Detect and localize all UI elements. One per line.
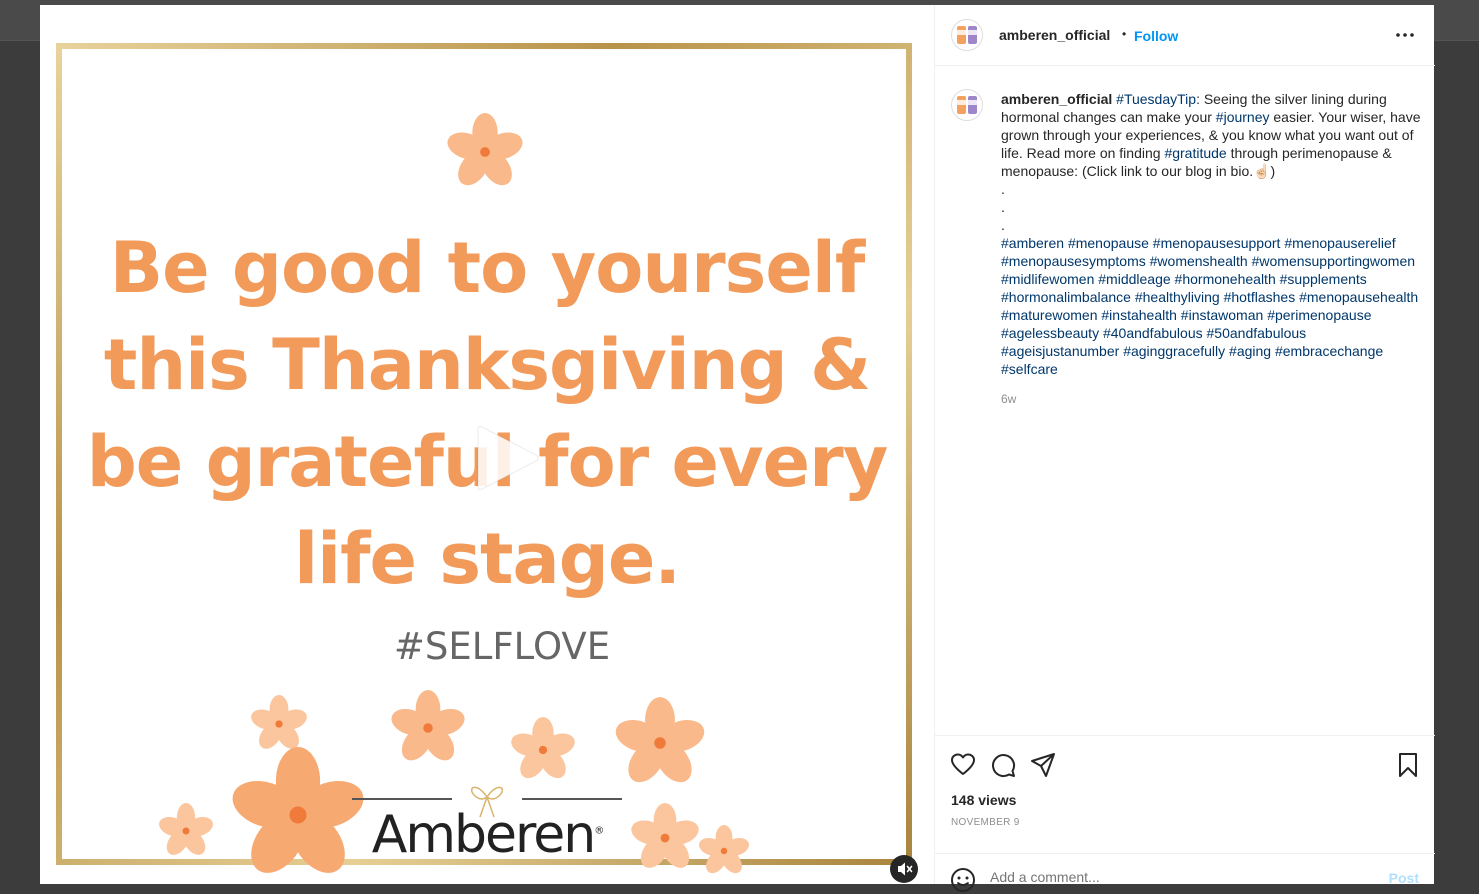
hashtag-link[interactable]: #midlifewomen [1001,271,1094,287]
flower-decoration [631,803,699,868]
post-caption: amberen_official #TuesdayTip: Seeing the… [1001,90,1425,378]
post-time[interactable]: 6w [1001,392,1016,406]
hashtag-link[interactable]: #ageisjustanumber [1001,343,1119,359]
hashtag-link[interactable]: #aging [1229,343,1271,359]
mute-button[interactable] [890,855,918,883]
hashtag-link[interactable]: #menopause [1068,235,1149,251]
header-username[interactable]: amberen_official [999,27,1110,43]
caption-avatar[interactable] [951,89,983,121]
hashtag-link[interactable]: #TuesdayTip [1116,91,1196,107]
post-header: amberen_official • Follow [935,5,1435,66]
logo-rule-right [522,798,622,800]
flower-decoration [232,747,364,873]
hashtag-link[interactable]: #middleage [1098,271,1170,287]
avatar[interactable] [951,19,983,51]
brand-name: Amberen® [371,805,604,865]
caption-body: #TuesdayTip: Seeing the silver lining du… [1001,91,1421,377]
hashtag-link[interactable]: #journey [1216,109,1270,125]
post-modal: Be good to yourself this Thanksgiving & … [40,5,1435,892]
hashtag-link[interactable]: #menopausesymptoms [1001,253,1146,269]
hashtag-link[interactable]: #womensupportingwomen [1252,253,1415,269]
flower-decoration [159,803,213,855]
flower-decoration [698,825,750,874]
hashtag-link[interactable]: #gratitude [1164,145,1226,161]
hashtag-link[interactable]: #supplements [1280,271,1367,287]
caption-text: . . . [1001,181,1005,233]
image-hashtag: #SELFLOVE [393,625,611,668]
post-media[interactable]: Be good to yourself this Thanksgiving & … [40,5,934,884]
hashtag-link[interactable]: #hormonalimbalance [1001,289,1131,305]
hashtag-link[interactable]: #50andfabulous [1207,325,1307,341]
heart-icon[interactable] [950,752,976,778]
logo-rule-left [352,798,452,800]
post-date: NOVEMBER 9 [951,817,1020,828]
hashtag-link[interactable]: #healthyliving [1135,289,1220,305]
play-icon[interactable] [458,413,548,503]
hashtag-link[interactable]: #embracechange [1275,343,1383,359]
flower-decoration [615,697,705,783]
caption-username[interactable]: amberen_official [1001,91,1112,107]
flower-decoration [447,113,523,186]
hashtag-link[interactable]: #instahealth [1101,307,1177,323]
header-separator: • [1122,27,1127,41]
comment-input[interactable] [990,869,1350,885]
hashtag-link[interactable]: #womenshealth [1150,253,1248,269]
product-avatar-image [957,26,977,44]
hashtag-link[interactable]: #hormonehealth [1175,271,1276,287]
product-avatar-image [957,96,977,114]
hashtag-link[interactable]: #instawoman [1181,307,1264,323]
hashtag-link[interactable]: #aginggracefully [1123,343,1225,359]
hashtag-link[interactable]: #selfcare [1001,361,1058,377]
follow-button[interactable]: Follow [1134,28,1178,44]
brand-logo: Amberen® [352,775,622,875]
share-icon[interactable] [1030,752,1056,778]
muted-speaker-icon [898,862,913,876]
action-bar [935,735,1435,796]
view-count[interactable]: 148 views [951,792,1016,808]
emoji-icon[interactable] [950,867,976,893]
hashtag-link[interactable]: #agelessbeauty [1001,325,1099,341]
bookmark-icon[interactable] [1395,752,1421,778]
hashtag-link[interactable]: #menopauserelief [1284,235,1395,251]
hashtag-link[interactable]: #hotflashes [1224,289,1296,305]
more-options-icon[interactable] [1393,25,1417,45]
flower-decoration [511,717,575,779]
flower-decoration [391,690,465,761]
comment-bar: Post [935,853,1435,894]
comment-icon[interactable] [990,752,1016,778]
post-side-panel: amberen_official • Follow amberen_offici… [934,5,1435,892]
hashtag-link[interactable]: #menopausesupport [1153,235,1281,251]
hashtag-link[interactable]: #menopausehealth [1299,289,1418,305]
hashtag-link[interactable]: #40andfabulous [1103,325,1203,341]
hashtag-link[interactable]: #perimenopause [1267,307,1371,323]
hashtag-link[interactable]: #maturewomen [1001,307,1098,323]
hashtag-link[interactable]: #amberen [1001,235,1064,251]
flower-decoration [251,695,307,749]
